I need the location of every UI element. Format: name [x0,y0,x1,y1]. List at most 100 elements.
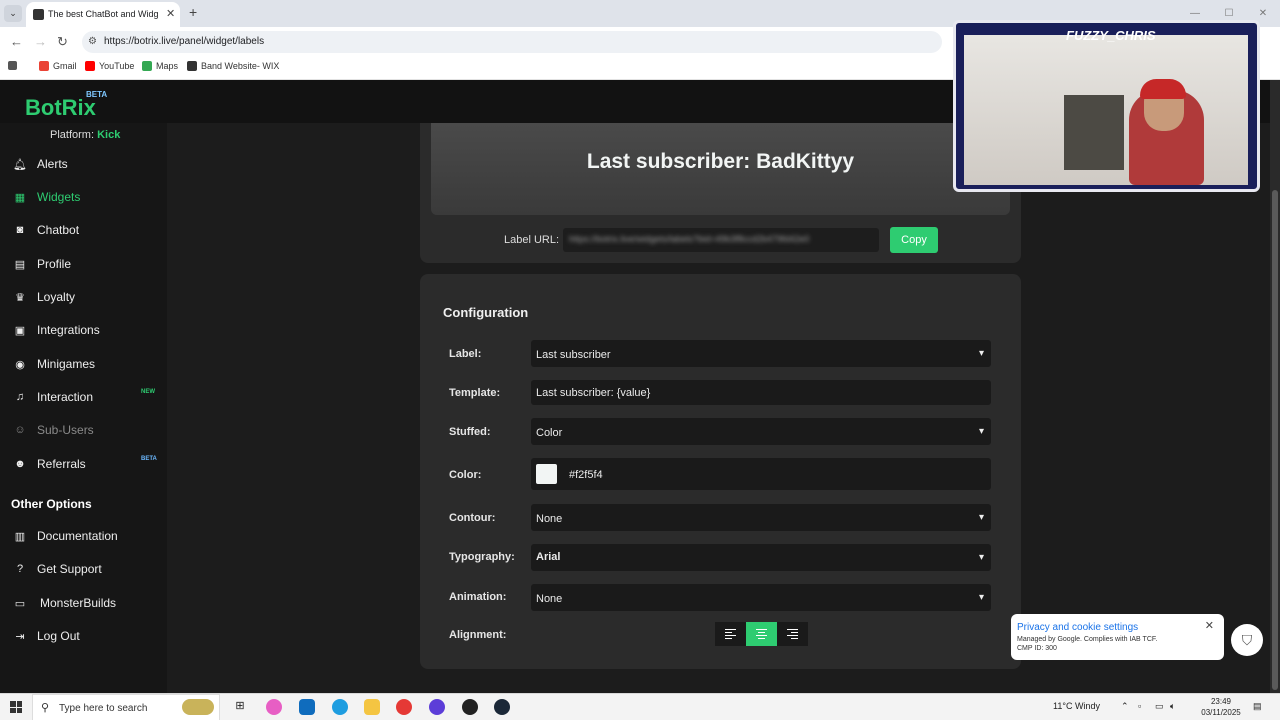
sidebar-item-integrations[interactable]: ▣ Integrations [0,316,167,344]
outlook-icon[interactable] [299,699,315,715]
taskbar-clock[interactable]: 23:49 03/11/2025 [1196,696,1246,718]
reload-icon[interactable]: ↻ [57,34,68,50]
sidebar-item-profile[interactable]: ▤ Profile [0,250,167,278]
typography-field-label: Typography: [449,551,515,563]
chevron-down-icon: ▾ [978,592,984,603]
obs-icon[interactable] [462,699,478,715]
new-tab-icon[interactable]: + [189,4,197,20]
chevron-down-icon: ▾ [978,552,984,563]
chevron-down-icon: ▾ [978,512,984,523]
beta-badge: BETA [141,456,157,462]
webcam-cap [1140,79,1186,99]
template-field-label: Template: [449,387,501,399]
webcam-video [964,35,1248,185]
contour-field-label: Contour: [449,512,496,524]
align-center-button[interactable] [746,622,777,646]
bookmark-youtube[interactable]: YouTube [85,61,134,71]
browser-tab[interactable]: The best ChatBot and Widgets ✕ [26,2,180,27]
new-badge: NEW [141,389,155,395]
search-icon: ⚲ [41,702,50,714]
apps-icon[interactable] [8,61,17,70]
color-swatch[interactable] [536,464,557,484]
color-input[interactable]: #f2f5f4 [531,458,991,490]
cookie-cmp-id: CMP ID: 300 [1017,645,1057,652]
file-explorer-icon[interactable] [364,699,380,715]
back-icon[interactable]: ← [10,34,23,49]
chrome-icon[interactable] [396,699,412,715]
stuffed-select[interactable]: Color ▾ [531,418,991,445]
chevron-down-icon: ▾ [978,426,984,437]
animation-select[interactable]: None ▾ [531,584,991,611]
tab-search-button[interactable]: ⌄ [4,5,22,22]
music-icon: ♫ [15,391,25,403]
bookmark-gmail[interactable]: Gmail [39,61,77,71]
volume-icon[interactable]: 🔈︎ [1170,701,1175,712]
label-preview-text: Last subscriber: BadKittyy [586,150,855,173]
stuffed-field-label: Stuffed: [449,426,491,438]
bookmark-maps[interactable]: Maps [142,61,178,71]
bookmark-wix[interactable]: Band Website- WIX [187,61,279,71]
sidebar-item-interaction[interactable]: ♫ Interaction NEW [0,383,167,411]
privacy-shield-icon[interactable]: ⛉ [1231,624,1263,656]
sidebar-item-alerts[interactable]: 🔔︎ Alerts [0,150,167,178]
id-card-icon: ▤ [14,258,26,271]
site-info-icon[interactable]: ⚙ [88,36,97,47]
sidebar-item-get-support[interactable]: ? Get Support [0,555,167,583]
label-select[interactable]: Last subscriber ▾ [531,340,991,367]
logo-beta-badge: BETA [86,90,108,99]
url-text: https://botrix.live/panel/widget/labels [104,36,265,47]
forward-icon[interactable]: → [34,34,47,49]
gmail-icon [39,61,49,71]
network-icon[interactable]: ▭ [1155,701,1164,712]
template-input[interactable]: Last subscriber: {value} [531,380,991,405]
sidebar-item-referrals[interactable]: ☻ Referrals BETA [0,450,167,478]
typography-select[interactable]: Arial ▾ [531,544,991,571]
tray-device-icon[interactable]: ▫ [1138,701,1141,711]
youtube-icon [85,61,95,71]
sidebar-item-sub-users[interactable]: ☺ Sub-Users [0,416,167,444]
sidebar-item-widgets[interactable]: ▦ Widgets [0,183,167,211]
steam-icon[interactable] [494,699,510,715]
contour-select[interactable]: None ▾ [531,504,991,531]
notifications-icon[interactable]: ▤ [1253,701,1262,712]
sidebar-item-minigames[interactable]: ◉ Minigames [0,350,167,378]
color-field-label: Color: [449,469,482,481]
maps-icon [142,61,152,71]
laptop-icon: ▭ [14,597,26,610]
favicon-icon [33,9,44,20]
sidebar-item-documentation[interactable]: ▥ Documentation [0,522,167,550]
sidebar-item-loyalty[interactable]: ♛ Loyalty [0,283,167,311]
copy-button[interactable]: Copy [890,227,938,253]
align-left-button[interactable] [715,622,746,646]
task-view-icon[interactable]: ⊞ [232,699,248,715]
windows-start-icon[interactable] [10,701,22,713]
trophy-icon: ♛ [15,291,25,304]
scrollbar-thumb[interactable] [1272,190,1278,690]
opera-gx-icon[interactable] [429,699,445,715]
configuration-title: Configuration [443,305,529,320]
animation-field-label: Animation: [449,591,507,603]
sidebar-item-monsterbuilds[interactable]: ▭ MonsterBuilds [0,589,167,617]
copilot-icon[interactable] [266,699,282,715]
tab-close-icon[interactable]: ✕ [166,7,175,20]
cookie-settings-link[interactable]: Privacy and cookie settings [1017,622,1138,633]
other-options-heading: Other Options [11,497,92,511]
page-scrollbar[interactable] [1270,80,1280,693]
label-url-field[interactable]: https://botrix.live/widgets/labels?bid=4… [563,228,879,252]
weather-widget[interactable]: 11°C Windy [1053,701,1100,711]
sidebar-item-log-out[interactable]: ⇥ Log Out [0,622,167,650]
label-url-caption: Label URL: [504,234,560,246]
edge-icon[interactable] [332,699,348,715]
label-field-label: Label: [449,348,482,360]
close-icon[interactable]: ✕ [1205,619,1214,632]
grid-icon: ▦ [14,191,26,204]
users-icon: ☺ [14,424,26,436]
gamepad-icon: ◉ [15,358,25,371]
address-bar[interactable]: ⚙ https://botrix.live/panel/widget/label… [82,31,942,53]
webcam-chair [1064,95,1124,170]
align-right-button[interactable] [777,622,808,646]
book-icon: ▥ [14,530,26,543]
windows-taskbar: ⚲ Type here to search ⊞ 11°C Windy ⌃ ▫ ▭… [0,693,1280,720]
tray-chevron-icon[interactable]: ⌃ [1121,701,1129,712]
sidebar-item-chatbot[interactable]: ◙ Chatbot [0,216,167,244]
